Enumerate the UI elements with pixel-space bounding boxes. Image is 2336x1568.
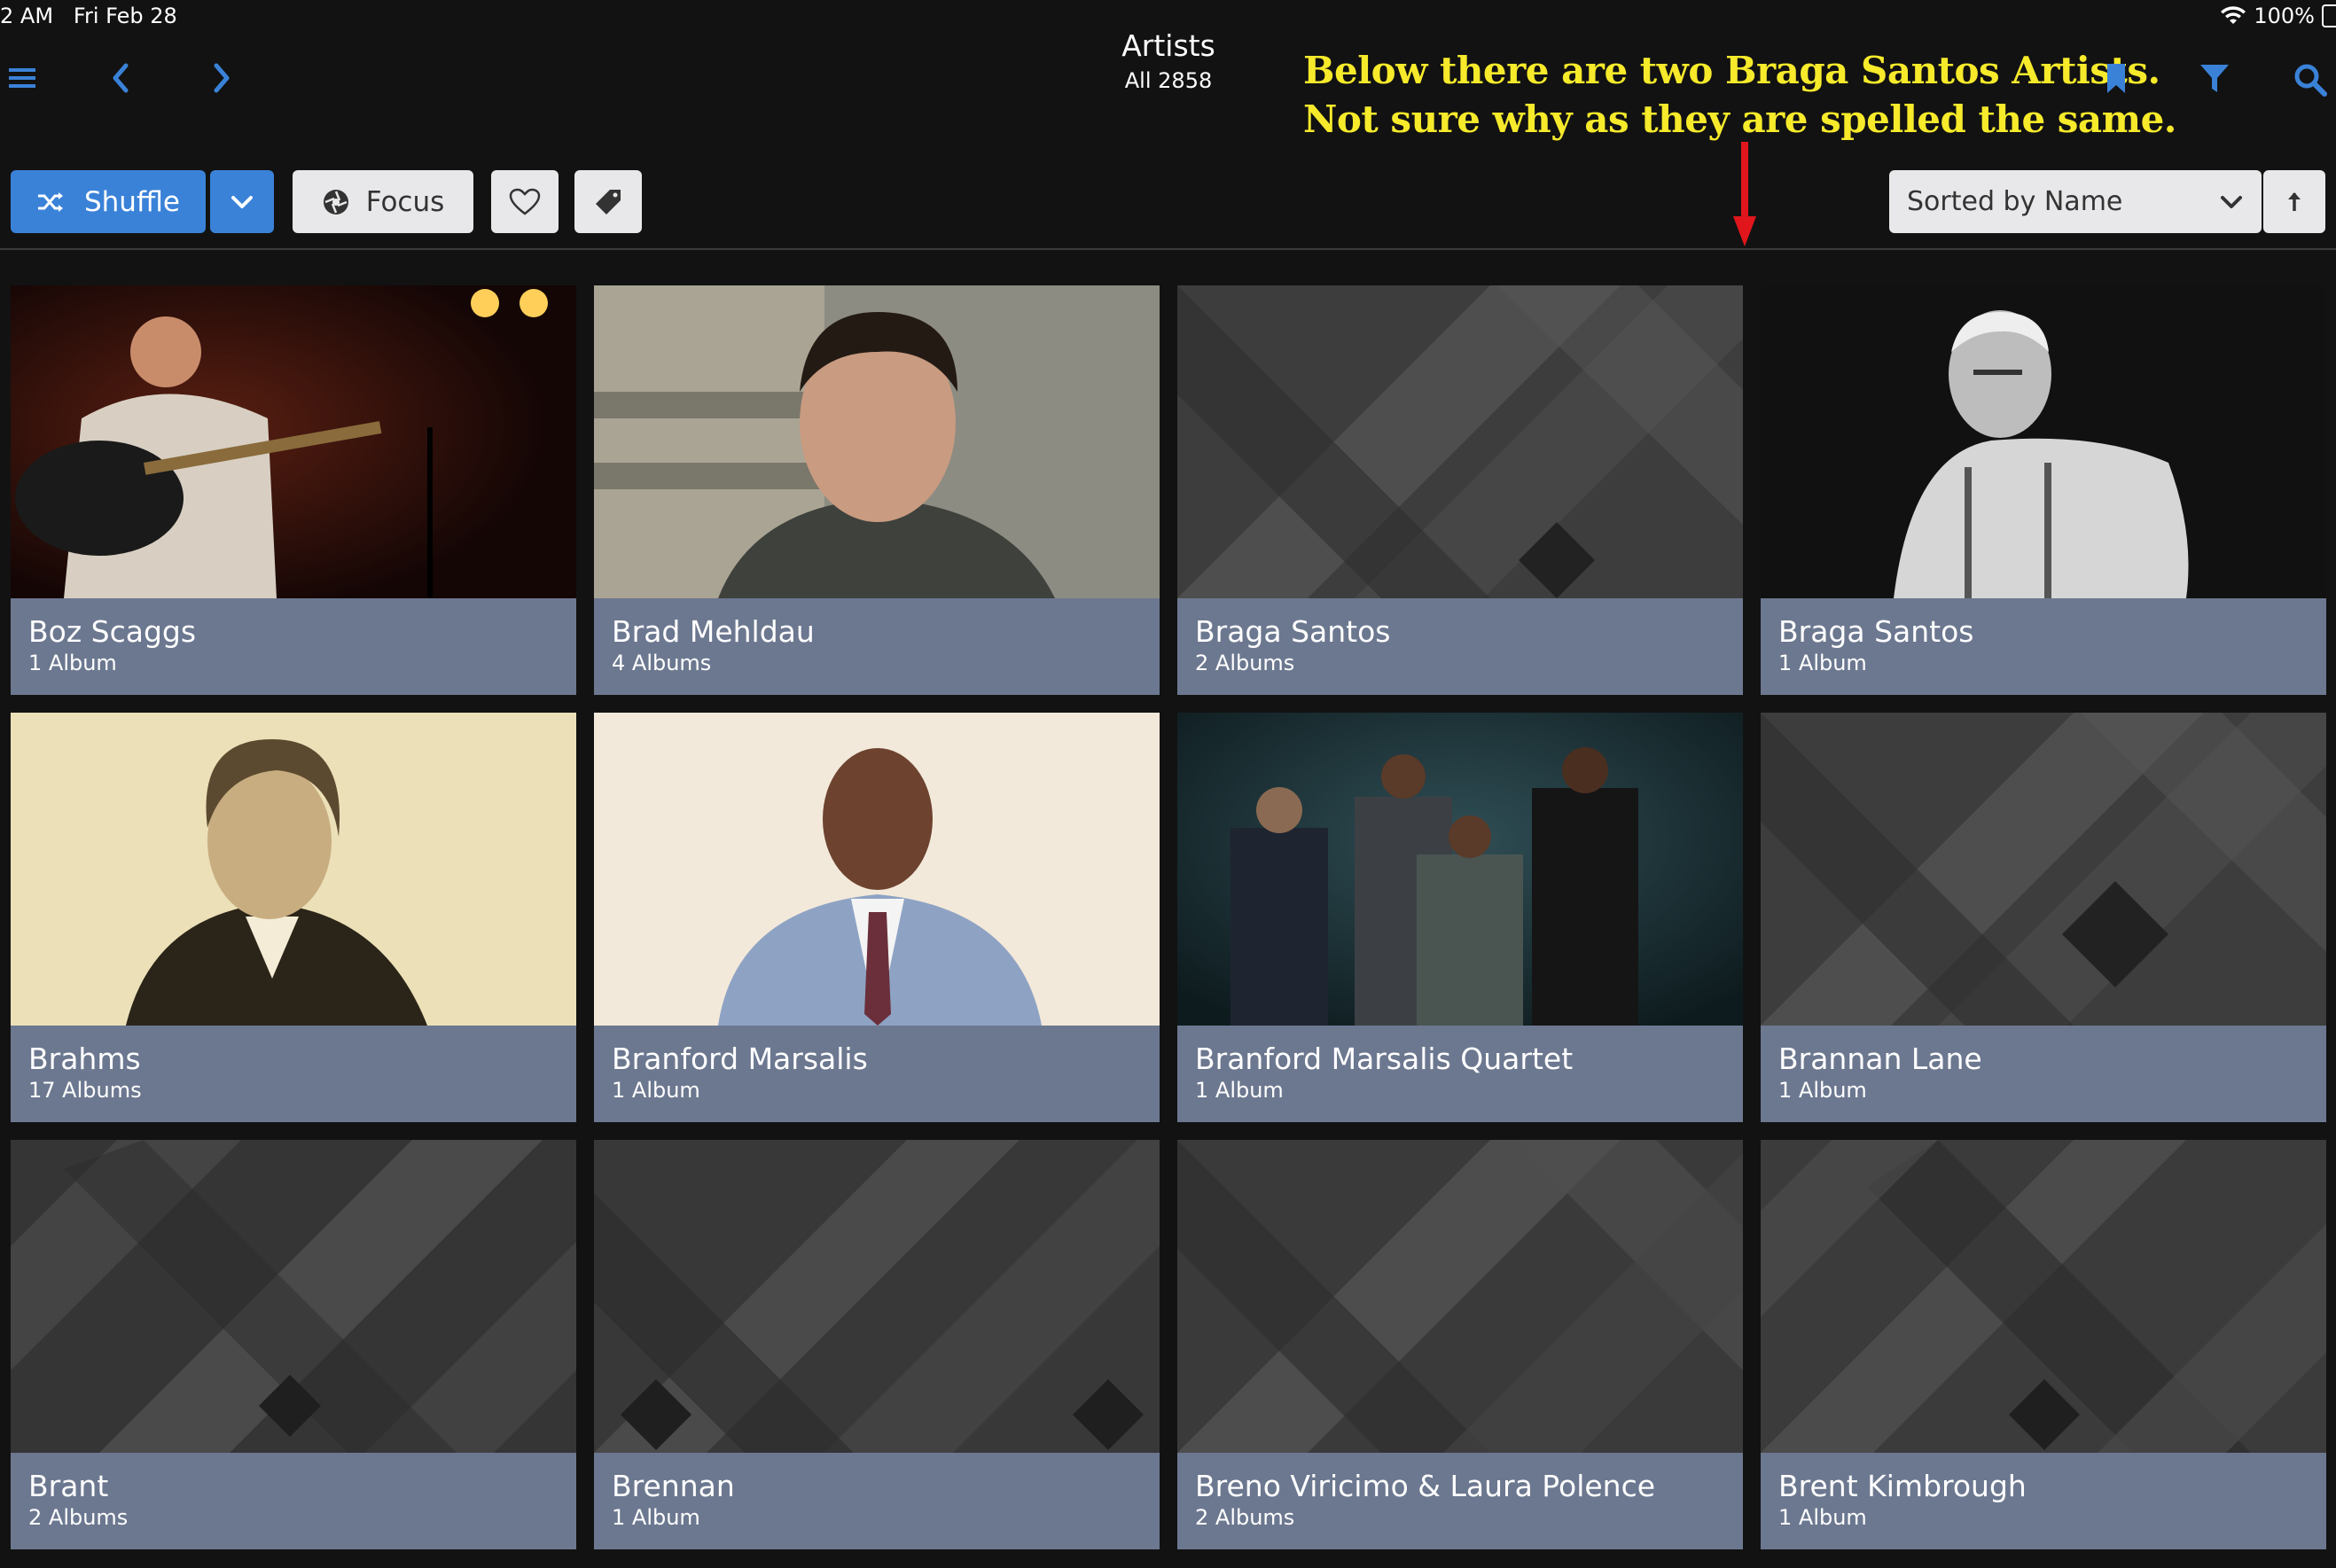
album-count: 2 Albums <box>28 1505 129 1530</box>
sort-select[interactable]: Sorted by Name <box>1889 170 2262 233</box>
artist-name: Brannan Lane <box>1778 1041 1982 1076</box>
artist-card[interactable]: Branford Marsalis 1 Album <box>594 713 1160 1122</box>
album-count: 2 Albums <box>1195 651 1295 675</box>
artist-caption: Braga Santos 2 Albums <box>1177 598 1743 695</box>
artist-name: Boz Scaggs <box>28 614 197 649</box>
artist-card[interactable]: Brennan 1 Album <box>594 1140 1160 1549</box>
artist-image-portrait <box>594 285 1160 598</box>
status-right: 100% <box>2220 4 2336 28</box>
artist-name: Brennan <box>612 1469 735 1503</box>
album-count: 1 Album <box>612 1078 700 1103</box>
page-title: Artists All 2858 <box>1080 28 1257 93</box>
artist-name: Brent Kimbrough <box>1778 1469 2027 1503</box>
album-count: 17 Albums <box>28 1078 142 1103</box>
status-clock: 2 AM <box>0 4 54 28</box>
artist-caption: Brant 2 Albums <box>11 1453 576 1549</box>
artist-image-guitarist <box>11 285 576 598</box>
artist-caption: Brahms 17 Albums <box>11 1026 576 1122</box>
annotation-arrow <box>1733 142 1756 246</box>
artist-image-placeholder <box>11 1140 576 1453</box>
subtitle-text: All 2858 <box>1124 68 1213 93</box>
artist-caption: Breno Viricimo & Laura Polence 2 Albums <box>1177 1453 1743 1549</box>
shuffle-icon <box>37 191 63 212</box>
tag-button[interactable] <box>574 170 642 233</box>
annotation-note: Below there are two Braga Santos Artists… <box>1303 46 2176 144</box>
battery-icon <box>2322 4 2336 27</box>
menu-icon[interactable] <box>7 66 37 90</box>
artist-name: Branford Marsalis Quartet <box>1195 1041 1574 1076</box>
artist-caption: Branford Marsalis 1 Album <box>594 1026 1160 1122</box>
artist-name: Brant <box>28 1469 109 1503</box>
filter-icon[interactable] <box>2199 62 2231 96</box>
artist-card[interactable]: Braga Santos 2 Albums <box>1177 285 1743 695</box>
album-count: 4 Albums <box>612 651 712 675</box>
artist-card[interactable]: Brant 2 Albums <box>11 1140 576 1549</box>
focus-button[interactable]: Focus <box>293 170 473 233</box>
shuffle-label: Shuffle <box>83 185 180 218</box>
favorite-button[interactable] <box>491 170 559 233</box>
bookmark-icon[interactable] <box>2105 62 2128 96</box>
status-time: 2 AM Fri Feb 28 <box>0 4 177 28</box>
artist-caption: Brannan Lane 1 Album <box>1761 1026 2326 1122</box>
artist-caption: Brad Mehldau 4 Albums <box>594 598 1160 695</box>
annotation-line-2: Not sure why as they are spelled the sam… <box>1303 98 2176 141</box>
artist-image-placeholder <box>1761 713 2326 1026</box>
artist-image-sepia <box>11 713 576 1026</box>
artist-card[interactable]: Breno Viricimo & Laura Polence 2 Albums <box>1177 1140 1743 1549</box>
status-date: Fri Feb 28 <box>73 4 177 28</box>
album-count: 2 Albums <box>1195 1505 1295 1530</box>
album-count: 1 Album <box>1778 651 1867 675</box>
artist-image-placeholder <box>1177 285 1743 598</box>
shuffle-dropdown-button[interactable] <box>210 170 274 233</box>
artist-caption: Branford Marsalis Quartet 1 Album <box>1177 1026 1743 1122</box>
aperture-icon <box>323 189 348 215</box>
artist-name: Breno Viricimo & Laura Polence <box>1195 1469 1656 1503</box>
album-count: 1 Album <box>1195 1078 1284 1103</box>
sort-label: Sorted by Name <box>1907 186 2123 217</box>
artist-image-placeholder <box>594 1140 1160 1453</box>
chevron-down-icon <box>2221 195 2242 208</box>
heart-icon <box>509 188 541 215</box>
shuffle-button[interactable]: Shuffle <box>11 170 206 233</box>
artist-card[interactable]: Brad Mehldau 4 Albums <box>594 285 1160 695</box>
artist-image-placeholder <box>1761 1140 2326 1453</box>
artist-card[interactable]: Brahms 17 Albums <box>11 713 576 1122</box>
artist-caption: Boz Scaggs 1 Album <box>11 598 576 695</box>
artist-name: Braga Santos <box>1195 614 1391 649</box>
album-count: 1 Album <box>1778 1078 1867 1103</box>
focus-label: Focus <box>365 185 445 218</box>
tag-icon <box>596 189 621 215</box>
artist-name: Brad Mehldau <box>612 614 815 649</box>
artist-caption: Brennan 1 Album <box>594 1453 1160 1549</box>
annotation-line-1: Below there are two Braga Santos Artists… <box>1303 49 2160 92</box>
artist-name: Branford Marsalis <box>612 1041 868 1076</box>
artist-caption: Braga Santos 1 Album <box>1761 598 2326 695</box>
artist-image-suit <box>594 713 1160 1026</box>
chevron-down-icon <box>231 195 253 208</box>
artist-card[interactable]: Brannan Lane 1 Album <box>1761 713 2326 1122</box>
artist-name: Brahms <box>28 1041 141 1076</box>
artist-card[interactable]: Branford Marsalis Quartet 1 Album <box>1177 713 1743 1122</box>
title-text: Artists <box>1121 28 1215 63</box>
toolbar-divider <box>0 248 2336 250</box>
back-icon[interactable] <box>108 62 133 94</box>
artist-caption: Brent Kimbrough 1 Album <box>1761 1453 2326 1549</box>
artist-image-bw-man <box>1761 285 2326 598</box>
wifi-icon <box>2221 6 2246 24</box>
artist-card[interactable]: Boz Scaggs 1 Album <box>11 285 576 695</box>
album-count: 1 Album <box>28 651 117 675</box>
arrow-up-icon <box>2288 191 2301 211</box>
artist-grid: Boz Scaggs 1 Album Brad Mehldau 4 Albums <box>11 285 2326 1549</box>
album-count: 1 Album <box>612 1505 700 1530</box>
battery-percent: 100% <box>2254 4 2315 28</box>
artist-image-quartet <box>1177 713 1743 1026</box>
sort-direction-button[interactable] <box>2263 170 2325 233</box>
artist-card[interactable]: Brent Kimbrough 1 Album <box>1761 1140 2326 1549</box>
artist-image-placeholder <box>1177 1140 1743 1453</box>
forward-icon[interactable] <box>209 62 234 94</box>
artist-name: Braga Santos <box>1778 614 1974 649</box>
search-icon[interactable] <box>2293 62 2328 98</box>
album-count: 1 Album <box>1778 1505 1867 1530</box>
artist-card[interactable]: Braga Santos 1 Album <box>1761 285 2326 695</box>
